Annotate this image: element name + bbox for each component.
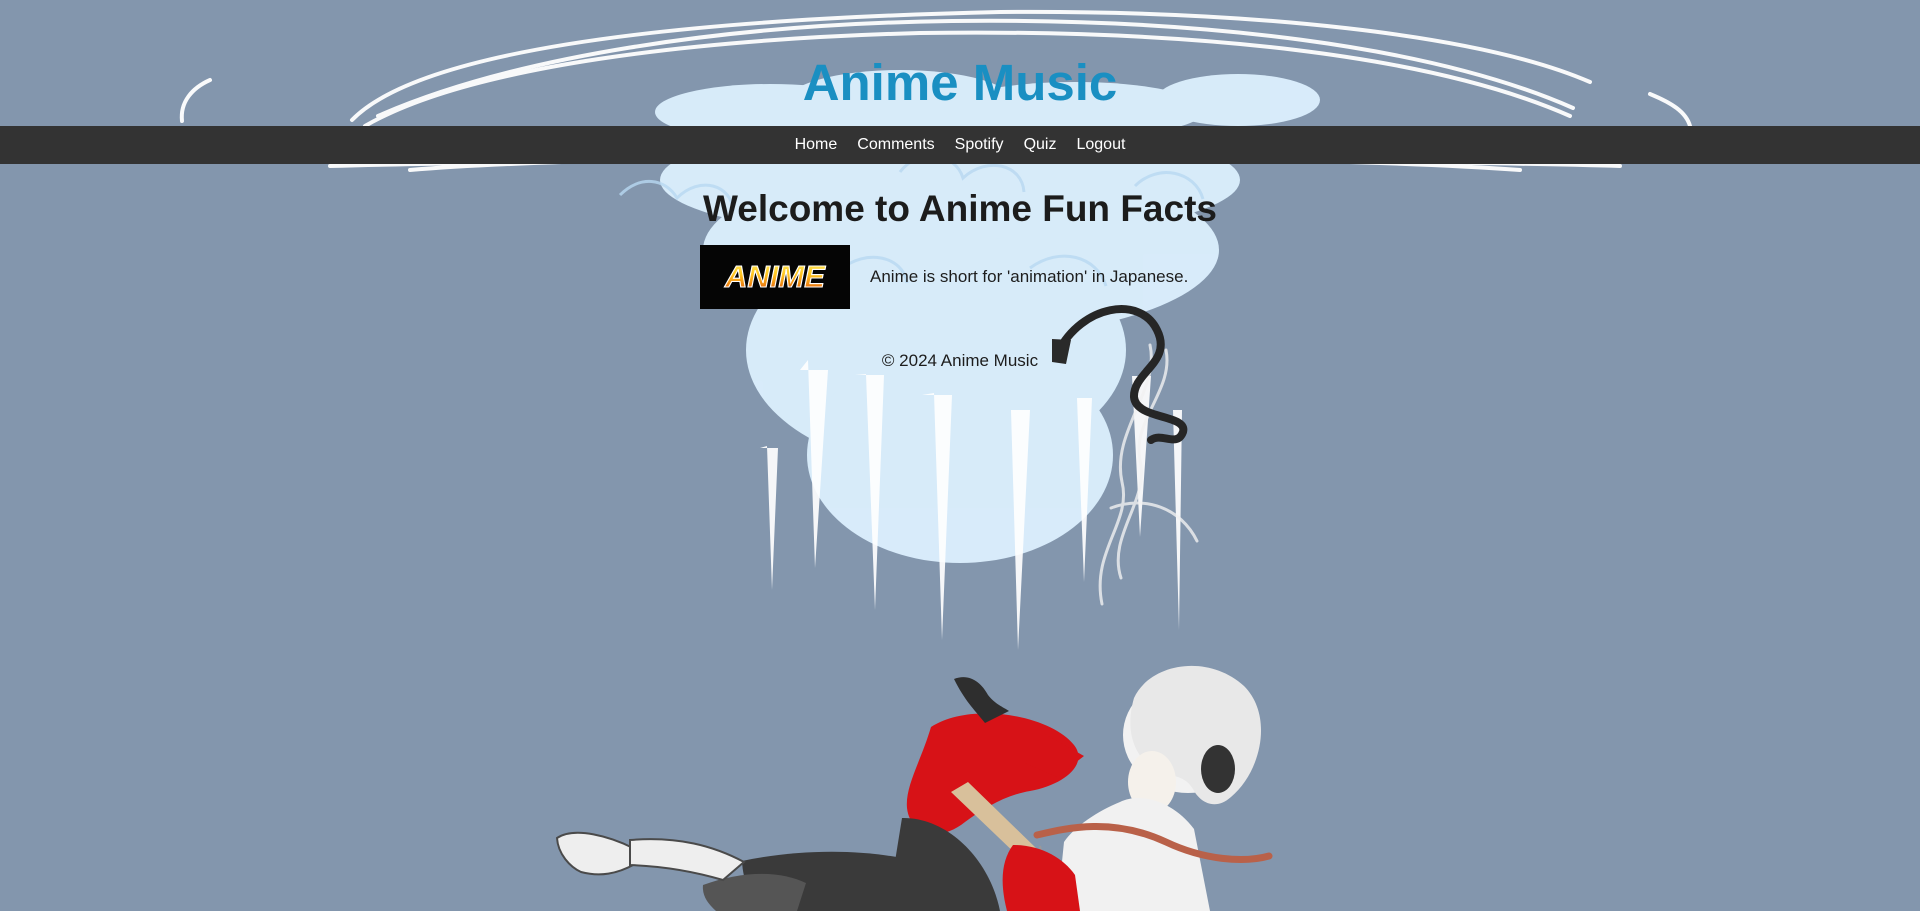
nav-home-link[interactable]: Home [785, 126, 848, 164]
site-title: Anime Music [802, 54, 1118, 111]
site-footer: © 2024 Anime Music [881, 351, 1039, 370]
anime-logo-icon: ANIME [724, 258, 827, 294]
nav-spotify-link[interactable]: Spotify [945, 126, 1014, 164]
anime-logo-image: ANIME [700, 245, 850, 309]
fun-facts-section: Welcome to Anime Fun Facts ANIME Anime i… [700, 164, 1220, 371]
welcome-heading: Welcome to Anime Fun Facts [703, 188, 1217, 229]
site-header: Anime Music [0, 0, 1920, 126]
anime-logo-text: ANIME [724, 259, 826, 294]
page-root: Anime Music Home Comments Spotify Quiz L… [0, 0, 1920, 911]
fun-fact-text: Anime is short for 'animation' in Japane… [870, 267, 1189, 286]
nav-logout-link[interactable]: Logout [1066, 126, 1135, 164]
fact-row: ANIME Anime is short for 'animation' in … [700, 245, 1220, 309]
nav-quiz-link[interactable]: Quiz [1014, 126, 1067, 164]
nav-comments-link[interactable]: Comments [847, 126, 944, 164]
main-navigation: Home Comments Spotify Quiz Logout [0, 126, 1920, 164]
